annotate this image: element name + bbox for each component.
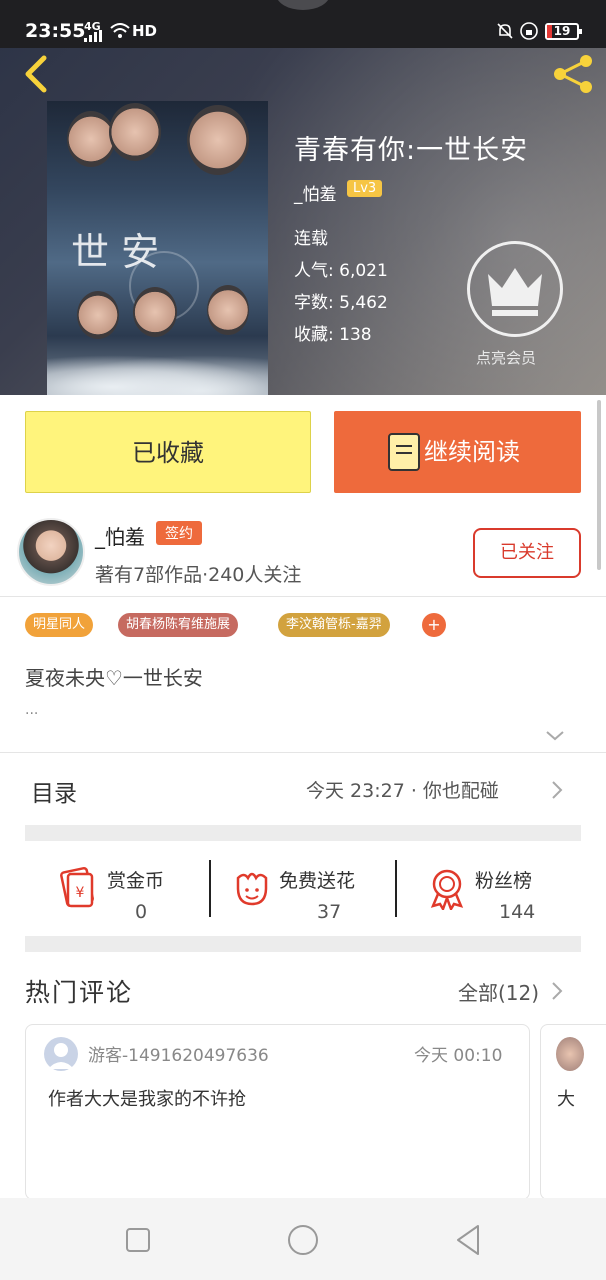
cover-title-art: 世 安: [71, 230, 160, 274]
continue-reading-button[interactable]: 继续阅读: [334, 411, 581, 493]
cover-figure: [133, 287, 177, 337]
book-cover[interactable]: 世 安: [47, 101, 268, 395]
level-badge: Lv3: [347, 180, 383, 197]
back-nav-icon[interactable]: [448, 1220, 488, 1260]
tag-item[interactable]: 胡春杨陈宥维施展: [118, 613, 239, 637]
battery-indicator: 19: [545, 23, 582, 40]
hot-comments-title: 热门评论: [25, 978, 134, 1007]
section-separator: [25, 936, 581, 952]
comment-text: 大: [557, 1089, 575, 1110]
chevron-right-icon[interactable]: [550, 981, 564, 1001]
commenter-avatar[interactable]: [556, 1037, 584, 1071]
svg-text:¥: ¥: [76, 885, 85, 901]
red-envelope-icon[interactable]: ¥: [54, 866, 98, 910]
cover-figure: [77, 291, 119, 339]
comment-card[interactable]: 游客-1491620497636 今天 00:10 作者大大是我家的不许抢: [25, 1024, 530, 1200]
vip-crown-button[interactable]: [467, 241, 563, 337]
mute-bell-icon: [497, 23, 513, 39]
book-favorites: 收藏: 138: [294, 325, 372, 345]
toc-latest-chapter[interactable]: 今天 23:27 · 你也配碰: [306, 776, 499, 803]
medal-icon[interactable]: [425, 866, 469, 910]
cover-figure: [187, 105, 249, 175]
stat-coins[interactable]: 赏金币 0: [107, 866, 164, 923]
back-icon[interactable]: [14, 52, 54, 96]
signed-badge: 签约: [156, 521, 202, 545]
commenter-name[interactable]: 游客-1491620497636: [88, 1041, 269, 1066]
follow-button[interactable]: 已关注: [473, 528, 581, 578]
continue-reading-label: 继续阅读: [424, 438, 520, 466]
stat-divider: [209, 860, 211, 917]
book-status: 连载: [294, 229, 328, 249]
book-popularity: 人气: 6,021: [294, 261, 388, 281]
all-comments-link[interactable]: 全部(12): [458, 977, 539, 1006]
scrollbar[interactable]: [597, 400, 601, 570]
book-title: 青春有你:一世长安: [294, 135, 529, 166]
share-icon[interactable]: [548, 52, 596, 96]
vip-label[interactable]: 点亮会员: [476, 347, 536, 368]
tag-item[interactable]: 李汶翰管栎-嘉羿: [278, 613, 390, 637]
stat-fan-rank[interactable]: 粉丝榜 144: [475, 866, 535, 923]
section-separator: [25, 825, 581, 841]
crown-icon: [488, 268, 542, 316]
user-icon: [48, 1043, 74, 1069]
comment-card[interactable]: 大: [540, 1024, 606, 1200]
author-stats: 著有7部作品·240人关注: [95, 564, 302, 586]
cover-cloud: [47, 355, 268, 395]
collected-button[interactable]: 已收藏: [25, 411, 311, 493]
toc-label[interactable]: 目录: [31, 774, 77, 808]
book-author[interactable]: _怕羞: [294, 180, 337, 205]
comment-time: 今天 00:10: [414, 1046, 503, 1066]
author-name[interactable]: _怕羞: [95, 521, 145, 550]
hd-indicator: HD: [132, 22, 158, 40]
cover-figure: [67, 111, 115, 167]
stat-flowers[interactable]: 免费送花 37: [279, 866, 355, 923]
cover-figure: [109, 103, 161, 161]
book-intro: 夏夜未央♡一世长安: [25, 666, 203, 690]
divider: [0, 752, 606, 753]
commenter-avatar[interactable]: [44, 1037, 78, 1071]
book-header: 世 安 青春有你:一世长安 _怕羞 Lv3 连载 人气: 6,021 字数: 5…: [0, 0, 606, 395]
chevron-down-icon[interactable]: [545, 727, 565, 745]
book-icon: [388, 433, 420, 471]
system-nav-bar: [0, 1198, 606, 1280]
cover-figure: [207, 285, 249, 335]
book-word-count: 字数: 5,462: [294, 293, 388, 313]
flower-icon[interactable]: [230, 868, 274, 912]
add-tag-button[interactable]: +: [422, 613, 446, 637]
stat-divider: [395, 860, 397, 917]
comment-text: 作者大大是我家的不许抢: [48, 1089, 246, 1110]
recent-apps-icon[interactable]: [118, 1220, 158, 1260]
chevron-right-icon[interactable]: [550, 780, 564, 800]
intro-ellipsis: ...: [25, 702, 39, 718]
signal-icon: [84, 30, 102, 42]
home-icon[interactable]: [283, 1220, 323, 1260]
wifi-icon: [110, 23, 130, 38]
lock-icon: [520, 22, 538, 40]
divider: [0, 596, 606, 597]
status-time: 23:55: [25, 20, 86, 42]
author-avatar[interactable]: [17, 518, 85, 586]
tag-item[interactable]: 明星同人: [25, 613, 94, 637]
